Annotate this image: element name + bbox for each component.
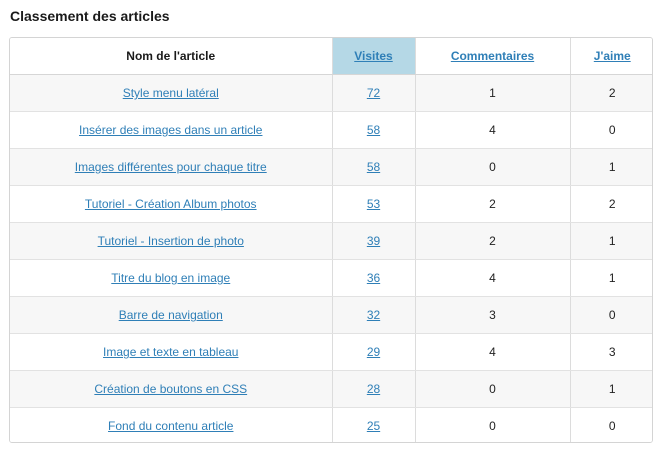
article-title-link[interactable]: Fond du contenu article [108, 419, 233, 433]
visits-count-link[interactable]: 53 [367, 197, 380, 211]
visits-cell: 72 [332, 74, 416, 112]
visits-cell: 58 [332, 111, 416, 149]
article-name-cell: Barre de navigation [10, 296, 333, 334]
visits-cell: 29 [332, 333, 416, 371]
column-header-likes[interactable]: J'aime [570, 38, 652, 75]
visits-count-link[interactable]: 36 [367, 271, 380, 285]
likes-count-cell: 0 [570, 407, 652, 442]
articles-ranking-table: Nom de l'article Visites Commentaires J'… [9, 37, 653, 443]
article-title-link[interactable]: Images différentes pour chaque titre [75, 160, 267, 174]
article-title-link[interactable]: Titre du blog en image [111, 271, 230, 285]
article-title-link[interactable]: Barre de navigation [119, 308, 223, 322]
likes-count-cell: 0 [570, 111, 652, 149]
comments-count-cell: 4 [415, 333, 571, 371]
article-name-cell: Tutoriel - Création Album photos [10, 185, 333, 223]
comments-count-cell: 0 [415, 370, 571, 408]
comments-count-cell: 4 [415, 259, 571, 297]
comments-count-cell: 3 [415, 296, 571, 334]
table-row: Insérer des images dans un article 58 4 0 [10, 111, 652, 149]
article-title-link[interactable]: Création de boutons en CSS [94, 382, 247, 396]
comments-count-cell: 4 [415, 111, 571, 149]
visits-cell: 32 [332, 296, 416, 334]
likes-count-cell: 1 [570, 222, 652, 260]
visits-count-link[interactable]: 58 [367, 160, 380, 174]
visits-count-link[interactable]: 39 [367, 234, 380, 248]
likes-count-cell: 3 [570, 333, 652, 371]
visits-cell: 58 [332, 148, 416, 186]
article-title-link[interactable]: Image et texte en tableau [103, 345, 238, 359]
visits-cell: 39 [332, 222, 416, 260]
likes-count-cell: 1 [570, 148, 652, 186]
article-title-link[interactable]: Insérer des images dans un article [79, 123, 262, 137]
visits-count-link[interactable]: 32 [367, 308, 380, 322]
likes-count-cell: 2 [570, 74, 652, 112]
table-body: Style menu latéral 72 1 2 Insérer des images… [10, 74, 652, 442]
sort-by-visits-link[interactable]: Visites [354, 49, 392, 63]
article-title-link[interactable]: Tutoriel - Création Album photos [85, 197, 257, 211]
table-row: Tutoriel - Création Album photos 53 2 2 [10, 185, 652, 223]
article-name-cell: Images différentes pour chaque titre [10, 148, 333, 186]
comments-count-cell: 0 [415, 407, 571, 442]
table-row: Création de boutons en CSS 28 0 1 [10, 370, 652, 408]
visits-count-link[interactable]: 25 [367, 419, 380, 433]
table-row: Image et texte en tableau 29 4 3 [10, 333, 652, 371]
article-name-cell: Insérer des images dans un article [10, 111, 333, 149]
article-name-cell: Style menu latéral [10, 74, 333, 112]
article-name-cell: Image et texte en tableau [10, 333, 333, 371]
column-header-comments[interactable]: Commentaires [415, 38, 571, 75]
article-name-cell: Titre du blog en image [10, 259, 333, 297]
table-row: Fond du contenu article 25 0 0 [10, 407, 652, 442]
table-row: Images différentes pour chaque titre 58 0 1 [10, 148, 652, 186]
comments-count-cell: 2 [415, 222, 571, 260]
page-title: Classement des articles [10, 8, 170, 24]
visits-cell: 25 [332, 407, 416, 442]
visits-count-link[interactable]: 29 [367, 345, 380, 359]
visits-cell: 36 [332, 259, 416, 297]
visits-count-link[interactable]: 72 [367, 86, 380, 100]
sort-by-likes-link[interactable]: J'aime [594, 49, 631, 63]
articles-table: Nom de l'article Visites Commentaires J'… [10, 38, 652, 442]
sort-by-comments-link[interactable]: Commentaires [451, 49, 534, 63]
likes-count-cell: 1 [570, 259, 652, 297]
visits-count-link[interactable]: 28 [367, 382, 380, 396]
article-title-link[interactable]: Style menu latéral [123, 86, 219, 100]
article-name-cell: Tutoriel - Insertion de photo [10, 222, 333, 260]
column-header-visits[interactable]: Visites [332, 38, 416, 75]
article-name-cell: Fond du contenu article [10, 407, 333, 442]
likes-count-cell: 1 [570, 370, 652, 408]
article-name-cell: Création de boutons en CSS [10, 370, 333, 408]
comments-count-cell: 1 [415, 74, 571, 112]
likes-count-cell: 0 [570, 296, 652, 334]
visits-cell: 53 [332, 185, 416, 223]
table-row: Tutoriel - Insertion de photo 39 2 1 [10, 222, 652, 260]
likes-count-cell: 2 [570, 185, 652, 223]
column-header-name-label: Nom de l'article [126, 49, 216, 63]
table-header: Nom de l'article Visites Commentaires J'… [10, 38, 652, 75]
table-row: Titre du blog en image 36 4 1 [10, 259, 652, 297]
table-row: Style menu latéral 72 1 2 [10, 74, 652, 112]
comments-count-cell: 2 [415, 185, 571, 223]
article-title-link[interactable]: Tutoriel - Insertion de photo [98, 234, 244, 248]
table-row: Barre de navigation 32 3 0 [10, 296, 652, 334]
column-header-name: Nom de l'article [10, 38, 333, 75]
header-row: Nom de l'article Visites Commentaires J'… [10, 38, 652, 75]
comments-count-cell: 0 [415, 148, 571, 186]
visits-cell: 28 [332, 370, 416, 408]
visits-count-link[interactable]: 58 [367, 123, 380, 137]
